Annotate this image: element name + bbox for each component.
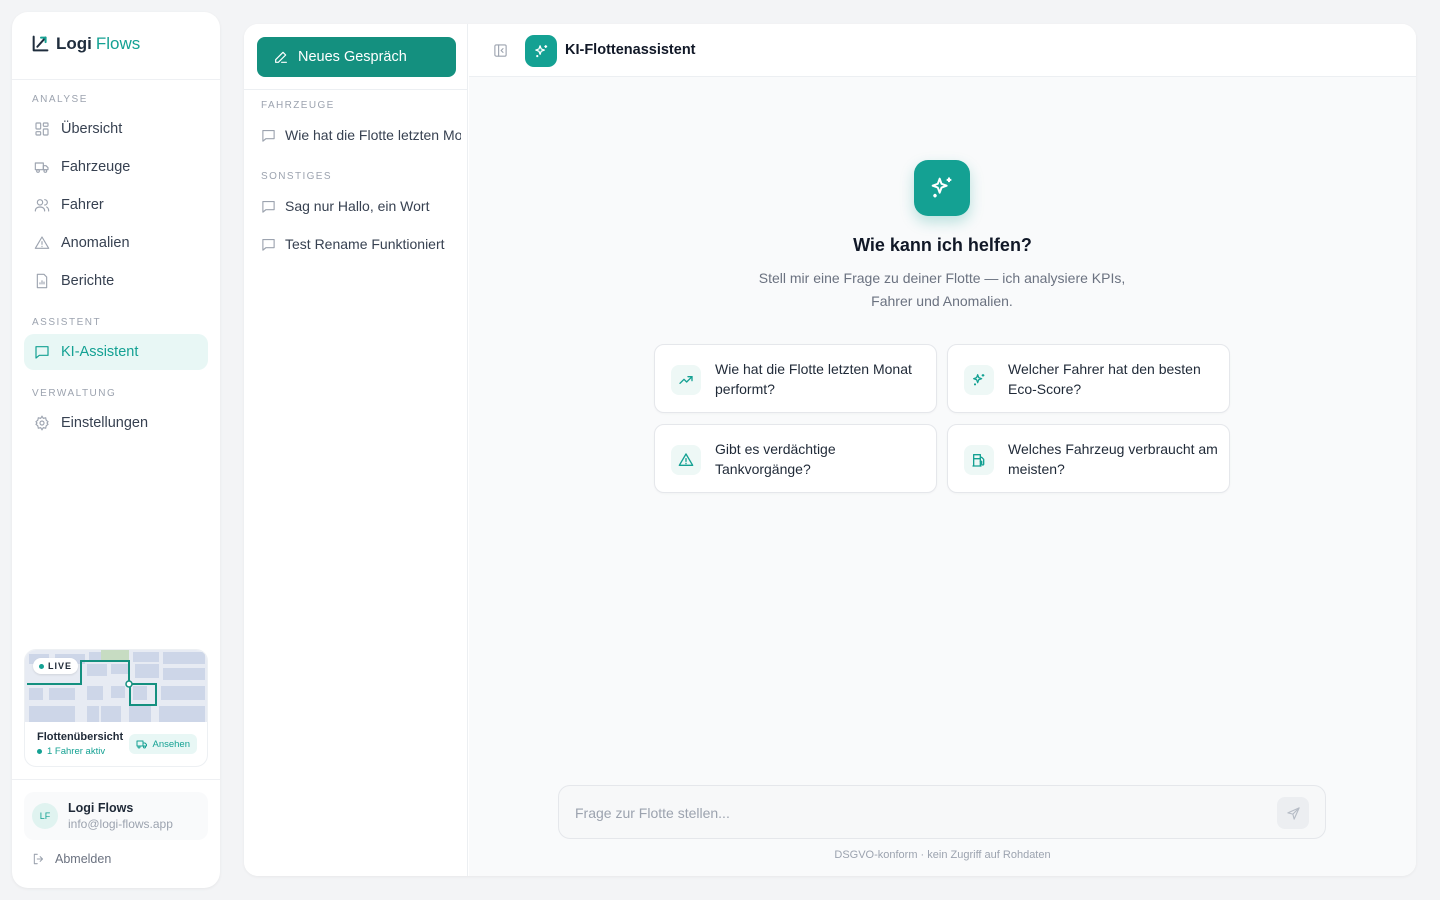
logo-text-part2: Flows xyxy=(95,34,141,53)
truck-icon xyxy=(136,740,148,749)
sidebar-item-fahrzeuge[interactable]: Fahrzeuge xyxy=(24,149,208,185)
suggestion-icon-wrap xyxy=(964,365,994,395)
suggestion-text: Welcher Fahrer hat den besten Eco-Score? xyxy=(1008,361,1201,397)
suggestion-text: Gibt es verdächtige Tankvorgänge? xyxy=(715,441,836,477)
chat-title: KI-Flottenassistent xyxy=(565,42,696,58)
suggestion-icon-wrap xyxy=(671,365,701,395)
message-icon xyxy=(262,129,275,142)
logout-button[interactable]: Abmelden xyxy=(32,852,111,866)
section-analyse: ANALYSE xyxy=(32,94,88,105)
hero-subtitle: Stell mir eine Frage zu deiner Flotte — … xyxy=(758,270,1126,309)
assistant-badge xyxy=(525,35,557,67)
sidebar-item-label: Anomalien xyxy=(61,235,130,251)
map-card-title: Flottenübersicht xyxy=(37,731,124,743)
suggestion-icon-wrap xyxy=(671,445,701,475)
new-conversation-button[interactable]: Neues Gespräch xyxy=(257,37,456,77)
sidebar-item-label: Einstellungen xyxy=(61,415,149,431)
chat-input[interactable] xyxy=(575,802,1255,824)
sidebar-divider xyxy=(12,79,220,80)
sidebar-item-anomalien[interactable]: Anomalien xyxy=(24,225,208,261)
sidebar-collapse-icon[interactable] xyxy=(493,43,508,58)
suggestion-card[interactable]: Welches Fahrzeug verbraucht am meisten? xyxy=(947,424,1230,493)
main-panel: Neues Gespräch FAHRZEUGE Wie hat die Flo… xyxy=(244,24,1416,876)
group-title-fahrzeuge: FAHRZEUGE xyxy=(261,100,335,111)
sidebar-item-label: Übersicht xyxy=(61,121,123,137)
sidebar-item-uebersicht[interactable]: Übersicht xyxy=(24,111,208,147)
active-dot xyxy=(37,749,42,754)
sidebar-item-label: KI-Assistent xyxy=(61,344,139,360)
logo-text-part1: Logi xyxy=(56,34,92,53)
privacy-footnote: DSGVO-konform · kein Zugriff auf Rohdate… xyxy=(834,849,1051,861)
view-map-button[interactable]: Ansehen xyxy=(129,734,197,754)
avatar: LF xyxy=(32,803,58,829)
sparkles-icon xyxy=(973,374,985,386)
conversation-title: Sag nur Hallo, ein Wort xyxy=(285,198,430,214)
new-conversation-label: Neues Gespräch xyxy=(298,49,407,65)
active-drivers-text: 1 Fahrer aktiv xyxy=(47,746,106,757)
map-card-subtitle: 1 Fahrer aktiv xyxy=(37,746,105,757)
send-button[interactable] xyxy=(1277,797,1309,829)
logo-mark-icon xyxy=(32,35,49,52)
sidebar-item-label: Fahrzeuge xyxy=(61,159,131,175)
report-icon xyxy=(36,273,48,289)
warning-icon xyxy=(678,453,694,466)
conversation-item[interactable]: Sag nur Hallo, ein Wort xyxy=(261,196,461,216)
sidebar-item-berichte[interactable]: Berichte xyxy=(24,263,208,299)
view-map-label: Ansehen xyxy=(152,738,190,750)
users-icon xyxy=(34,199,50,212)
live-badge: LIVE xyxy=(33,658,79,674)
sparkles-icon xyxy=(534,44,547,57)
conversation-item[interactable]: Wie hat die Flotte letzten Monat perform… xyxy=(261,125,461,145)
send-icon xyxy=(1286,806,1300,820)
truck-icon xyxy=(34,162,49,173)
suggestion-card[interactable]: Gibt es verdächtige Tankvorgänge? xyxy=(654,424,937,493)
sidebar-item-label: Berichte xyxy=(61,273,115,289)
sidebar-divider xyxy=(12,779,220,780)
live-label: LIVE xyxy=(48,661,73,671)
logout-label: Abmelden xyxy=(55,852,112,866)
conversation-item[interactable]: Test Rename Funktioniert xyxy=(261,234,461,254)
suggestion-text: Wie hat die Flotte letzten Monat perform… xyxy=(715,361,912,397)
message-icon xyxy=(262,238,275,251)
chat-area: KI-Flottenassistent Wie kann ich helfen?… xyxy=(469,24,1416,876)
live-dot xyxy=(39,663,44,669)
sparkles-icon xyxy=(931,177,952,198)
sidebar-item-fahrer[interactable]: Fahrer xyxy=(24,187,208,223)
hero-title: Wie kann ich helfen? xyxy=(853,235,1032,255)
hero-icon xyxy=(914,160,970,216)
logo[interactable]: Logi Flows xyxy=(30,30,140,58)
conversation-title: Test Rename Funktioniert xyxy=(285,236,445,252)
user-card[interactable]: LF Logi Flows info@logi-flows.app xyxy=(24,792,208,840)
suggestion-text: Welches Fahrzeug verbraucht am meisten? xyxy=(1008,441,1218,477)
logout-icon xyxy=(33,853,44,865)
sidebar-item-einstellungen[interactable]: Einstellungen xyxy=(24,405,208,441)
group-title-sonstiges: SONSTIGES xyxy=(261,171,332,182)
chat-input-box xyxy=(558,785,1326,839)
pencil-icon xyxy=(275,51,287,63)
warning-icon xyxy=(34,236,50,249)
chat-icon xyxy=(35,346,49,359)
suggestion-card[interactable]: Welcher Fahrer hat den besten Eco-Score? xyxy=(947,344,1230,413)
user-email: info@logi-flows.app xyxy=(68,817,173,831)
sidebar: Logi Flows ANALYSE Übersicht Fahrzeuge F… xyxy=(12,12,220,888)
fuel-icon xyxy=(972,454,985,467)
section-assistent: ASSISTENT xyxy=(32,317,102,328)
suggestion-card[interactable]: Wie hat die Flotte letzten Monat perform… xyxy=(654,344,937,413)
suggestion-icon-wrap xyxy=(964,445,994,475)
trending-up-icon xyxy=(679,376,693,384)
gear-icon xyxy=(35,415,49,431)
chat-header: KI-Flottenassistent xyxy=(469,24,1416,77)
grid-icon xyxy=(35,122,49,136)
message-icon xyxy=(262,200,275,213)
conversation-list: Neues Gespräch FAHRZEUGE Wie hat die Flo… xyxy=(244,24,468,876)
sidebar-item-label: Fahrer xyxy=(61,197,104,213)
sidebar-item-ki-assistent[interactable]: KI-Assistent xyxy=(24,334,208,370)
user-name: Logi Flows xyxy=(68,801,134,815)
fleet-map-card[interactable]: LIVE Flottenübersicht 1 Fahrer aktiv Ans… xyxy=(24,649,208,767)
conversation-title: Wie hat die Flotte letzten Monat perform… xyxy=(285,127,461,143)
section-verwaltung: VERWALTUNG xyxy=(32,388,117,399)
conversation-divider xyxy=(244,89,467,90)
